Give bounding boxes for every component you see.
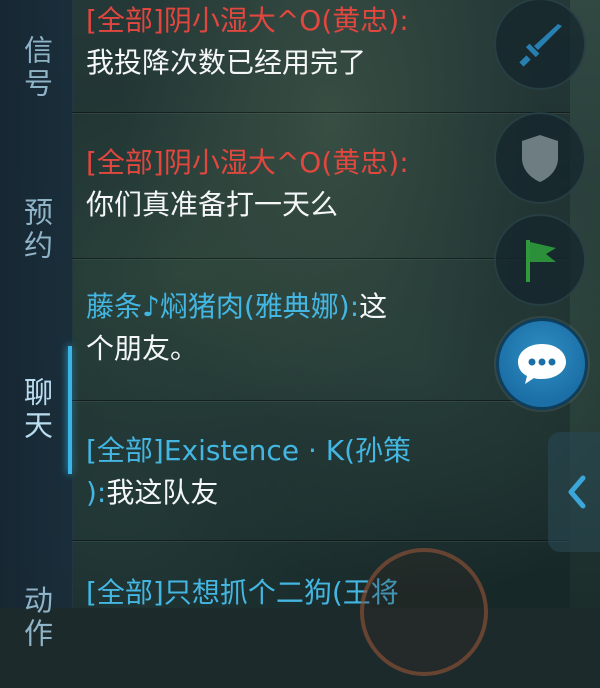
chevron-left-icon [568, 475, 586, 509]
sword-icon [519, 24, 562, 67]
message-line: ):我这队友 [72, 472, 570, 514]
message-sender: [全部]阴小湿大^O(黄忠): [86, 146, 409, 179]
chat-toggle-button[interactable] [496, 318, 588, 410]
tab-signal-label: 信号 [19, 35, 54, 101]
gather-signal-button[interactable] [494, 214, 586, 306]
chat-message: 藤条♪焖猪肉(雅典娜):这 个朋友。 [72, 286, 570, 401]
message-line: [全部]Existence · K(孙策 [72, 430, 570, 472]
message-text: 我这队友 [106, 476, 219, 509]
message-line: 藤条♪焖猪肉(雅典娜):这 [72, 286, 570, 328]
chat-message: [全部]只想抓个二狗(王将 [72, 572, 570, 632]
tab-reservation-label: 预约 [19, 197, 54, 263]
tab-reservation[interactable]: 预约 [0, 160, 72, 300]
tab-chat-label: 聊天 [19, 377, 54, 443]
tab-chat[interactable]: 聊天 [0, 340, 72, 480]
message-sender: [全部]只想抓个二狗(王将 [86, 576, 399, 609]
tab-emote-label: 动作 [19, 585, 54, 651]
attack-signal-button[interactable] [494, 0, 586, 90]
collapse-panel-button[interactable] [548, 432, 600, 552]
chat-bubble-icon [518, 344, 566, 384]
message-sender: ): [86, 476, 107, 509]
message-text: 你们真准备打一天么 [86, 188, 339, 221]
message-text: 这 [359, 290, 388, 323]
retreat-signal-button[interactable] [494, 112, 586, 204]
chat-message: [全部]Existence · K(孙策 ):我这队友 [72, 430, 570, 541]
message-sender: [全部]Existence · K(孙策 [86, 434, 412, 467]
chat-message-list[interactable]: [全部]阴小湿大^O(黄忠): 我投降次数已经用完了 [全部]阴小湿大^O(黄忠… [72, 0, 570, 609]
message-sender: 藤条♪焖猪肉(雅典娜): [86, 290, 360, 323]
message-text: 个朋友。 [86, 332, 199, 365]
flag-icon [526, 240, 556, 282]
tab-signal[interactable]: 信号 [0, 0, 72, 138]
shield-icon [522, 135, 558, 182]
message-text: 我投降次数已经用完了 [86, 46, 367, 79]
tab-emote[interactable]: 动作 [0, 548, 72, 688]
message-line: 你们真准备打一天么 [72, 184, 570, 226]
skill-ring [360, 548, 488, 676]
chat-sidebar-tabs: 信号 预约 聊天 动作 [0, 0, 73, 651]
message-sender: [全部]阴小湿大^O(黄忠): [86, 4, 409, 37]
